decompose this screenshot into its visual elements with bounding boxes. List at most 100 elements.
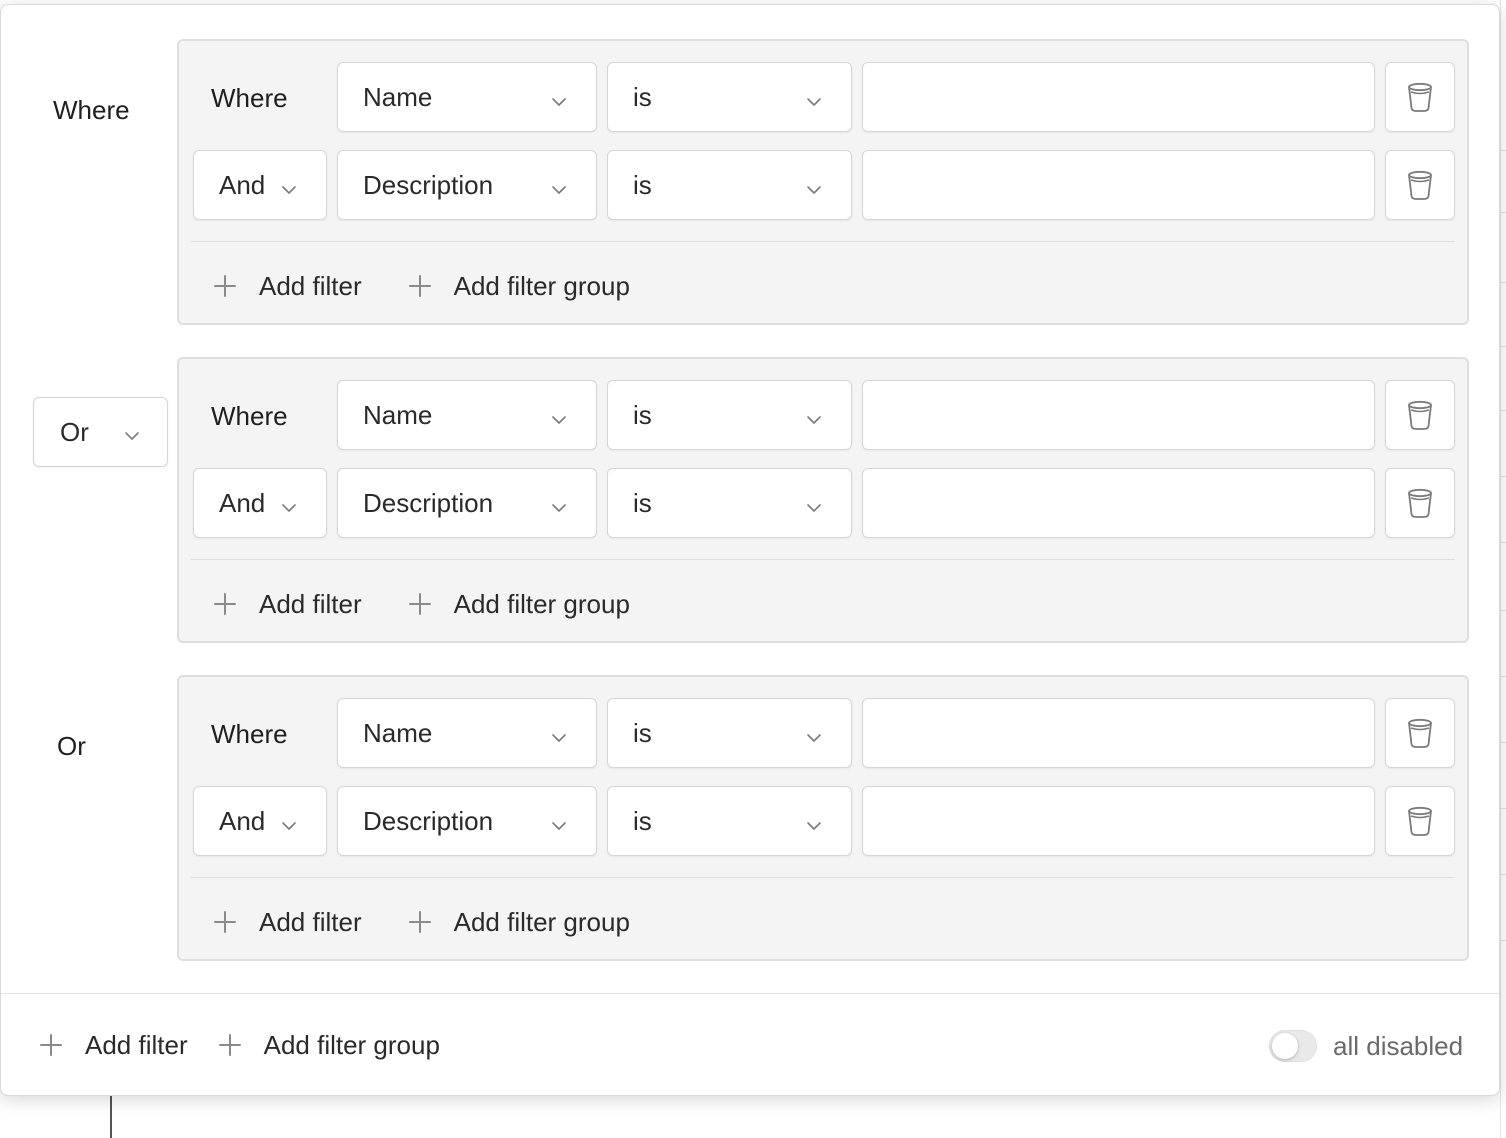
filter-value-input[interactable]	[862, 698, 1375, 768]
chevron-down-icon	[550, 87, 568, 118]
background-divider	[1501, 742, 1506, 743]
chevron-down-icon	[280, 175, 298, 206]
delete-filter-button[interactable]	[1385, 698, 1455, 768]
footer-actions: Add filter Add filter group	[39, 1020, 440, 1070]
group-actions: Add filter Add filter group	[213, 261, 630, 311]
plus-icon	[408, 910, 432, 934]
field-select-value: Name	[363, 717, 433, 748]
field-select-value: Name	[363, 81, 433, 112]
delete-filter-button[interactable]	[1385, 786, 1455, 856]
chevron-down-icon	[805, 405, 823, 436]
operator-select-value: is	[633, 805, 652, 836]
row-where-label: Where	[211, 719, 288, 749]
add-filter-group-button[interactable]: Add filter group	[408, 907, 630, 938]
trash-icon	[1406, 399, 1434, 431]
add-filter-group-button[interactable]: Add filter group	[218, 1030, 440, 1061]
operator-select-value: is	[633, 81, 652, 112]
field-select[interactable]: Description	[337, 786, 597, 856]
field-select[interactable]: Name	[337, 698, 597, 768]
field-select-value: Name	[363, 399, 433, 430]
background-divider	[1501, 410, 1506, 411]
group-actions: Add filter Add filter group	[213, 897, 630, 947]
filter-row: And Description is	[191, 150, 1457, 222]
add-filter-group-label: Add filter group	[453, 588, 630, 619]
group-combinator-value: Or	[60, 416, 89, 447]
chevron-down-icon	[550, 811, 568, 842]
background-divider	[1501, 212, 1506, 213]
all-disabled-toggle[interactable]	[1269, 1030, 1317, 1062]
delete-filter-button[interactable]	[1385, 62, 1455, 132]
background-divider	[1501, 874, 1506, 875]
chevron-down-icon	[123, 421, 141, 452]
plus-icon	[213, 592, 237, 616]
field-select[interactable]: Description	[337, 150, 597, 220]
operator-select-value: is	[633, 399, 652, 430]
plus-icon	[218, 1033, 242, 1057]
add-filter-group-button[interactable]: Add filter group	[408, 589, 630, 620]
chevron-down-icon	[550, 405, 568, 436]
delete-filter-button[interactable]	[1385, 380, 1455, 450]
background-column-line	[110, 1096, 112, 1138]
operator-select[interactable]: is	[607, 62, 852, 132]
plus-icon	[408, 274, 432, 298]
operator-select[interactable]: is	[607, 150, 852, 220]
field-select-value: Description	[363, 487, 494, 518]
delete-filter-button[interactable]	[1385, 468, 1455, 538]
group-combinator-select[interactable]: Or	[33, 397, 168, 467]
chevron-down-icon	[805, 87, 823, 118]
add-filter-group-button[interactable]: Add filter group	[408, 271, 630, 302]
field-select[interactable]: Description	[337, 468, 597, 538]
chevron-down-icon	[805, 493, 823, 524]
operator-select-value: is	[633, 487, 652, 518]
background-divider	[1501, 346, 1506, 347]
add-filter-label: Add filter	[259, 906, 362, 937]
group-divider	[191, 241, 1455, 242]
operator-select[interactable]: is	[607, 698, 852, 768]
filter-value-input[interactable]	[862, 62, 1375, 132]
background-divider	[1501, 808, 1506, 809]
add-filter-button[interactable]: Add filter	[213, 271, 362, 302]
background-divider	[1501, 610, 1506, 611]
filter-popover: Where Where Name is And Description is Add filt…	[0, 4, 1500, 1096]
background-divider	[1501, 542, 1506, 543]
group-divider	[191, 559, 1455, 560]
add-filter-button[interactable]: Add filter	[213, 907, 362, 938]
operator-select[interactable]: is	[607, 468, 852, 538]
chevron-down-icon	[805, 723, 823, 754]
operator-select[interactable]: is	[607, 786, 852, 856]
plus-icon	[408, 592, 432, 616]
filter-group: Where Name is And Description is Add filter Add…	[177, 357, 1469, 643]
filter-row: Where Name is	[191, 380, 1457, 452]
chevron-down-icon	[550, 493, 568, 524]
toggle-knob	[1272, 1033, 1298, 1059]
filter-value-input[interactable]	[862, 150, 1375, 220]
add-filter-button[interactable]: Add filter	[213, 589, 362, 620]
filter-group: Where Name is And Description is Add filter Add…	[177, 675, 1469, 961]
field-select[interactable]: Name	[337, 380, 597, 450]
filter-value-input[interactable]	[862, 468, 1375, 538]
add-filter-label: Add filter	[259, 270, 362, 301]
background-divider	[1501, 676, 1506, 677]
plus-icon	[39, 1033, 63, 1057]
background-divider	[1501, 282, 1506, 283]
and-combinator-select[interactable]: And	[193, 786, 327, 856]
add-filter-group-label: Add filter group	[453, 270, 630, 301]
field-select[interactable]: Name	[337, 62, 597, 132]
filter-value-input[interactable]	[862, 380, 1375, 450]
add-filter-button[interactable]: Add filter	[39, 1030, 188, 1061]
and-combinator-select[interactable]: And	[193, 150, 327, 220]
add-filter-group-label: Add filter group	[263, 1029, 440, 1060]
group-combinator-label: Or	[57, 731, 86, 761]
popover-footer: Add filter Add filter group all disabled	[1, 993, 1499, 1095]
field-select-value: Description	[363, 805, 494, 836]
filter-value-input[interactable]	[862, 786, 1375, 856]
operator-select[interactable]: is	[607, 380, 852, 450]
field-select-value: Description	[363, 169, 494, 200]
trash-icon	[1406, 81, 1434, 113]
group-combinator-label: Where	[53, 95, 130, 125]
and-combinator-select[interactable]: And	[193, 468, 327, 538]
delete-filter-button[interactable]	[1385, 150, 1455, 220]
filter-row: Where Name is	[191, 698, 1457, 770]
operator-select-value: is	[633, 169, 652, 200]
add-filter-label: Add filter	[259, 588, 362, 619]
